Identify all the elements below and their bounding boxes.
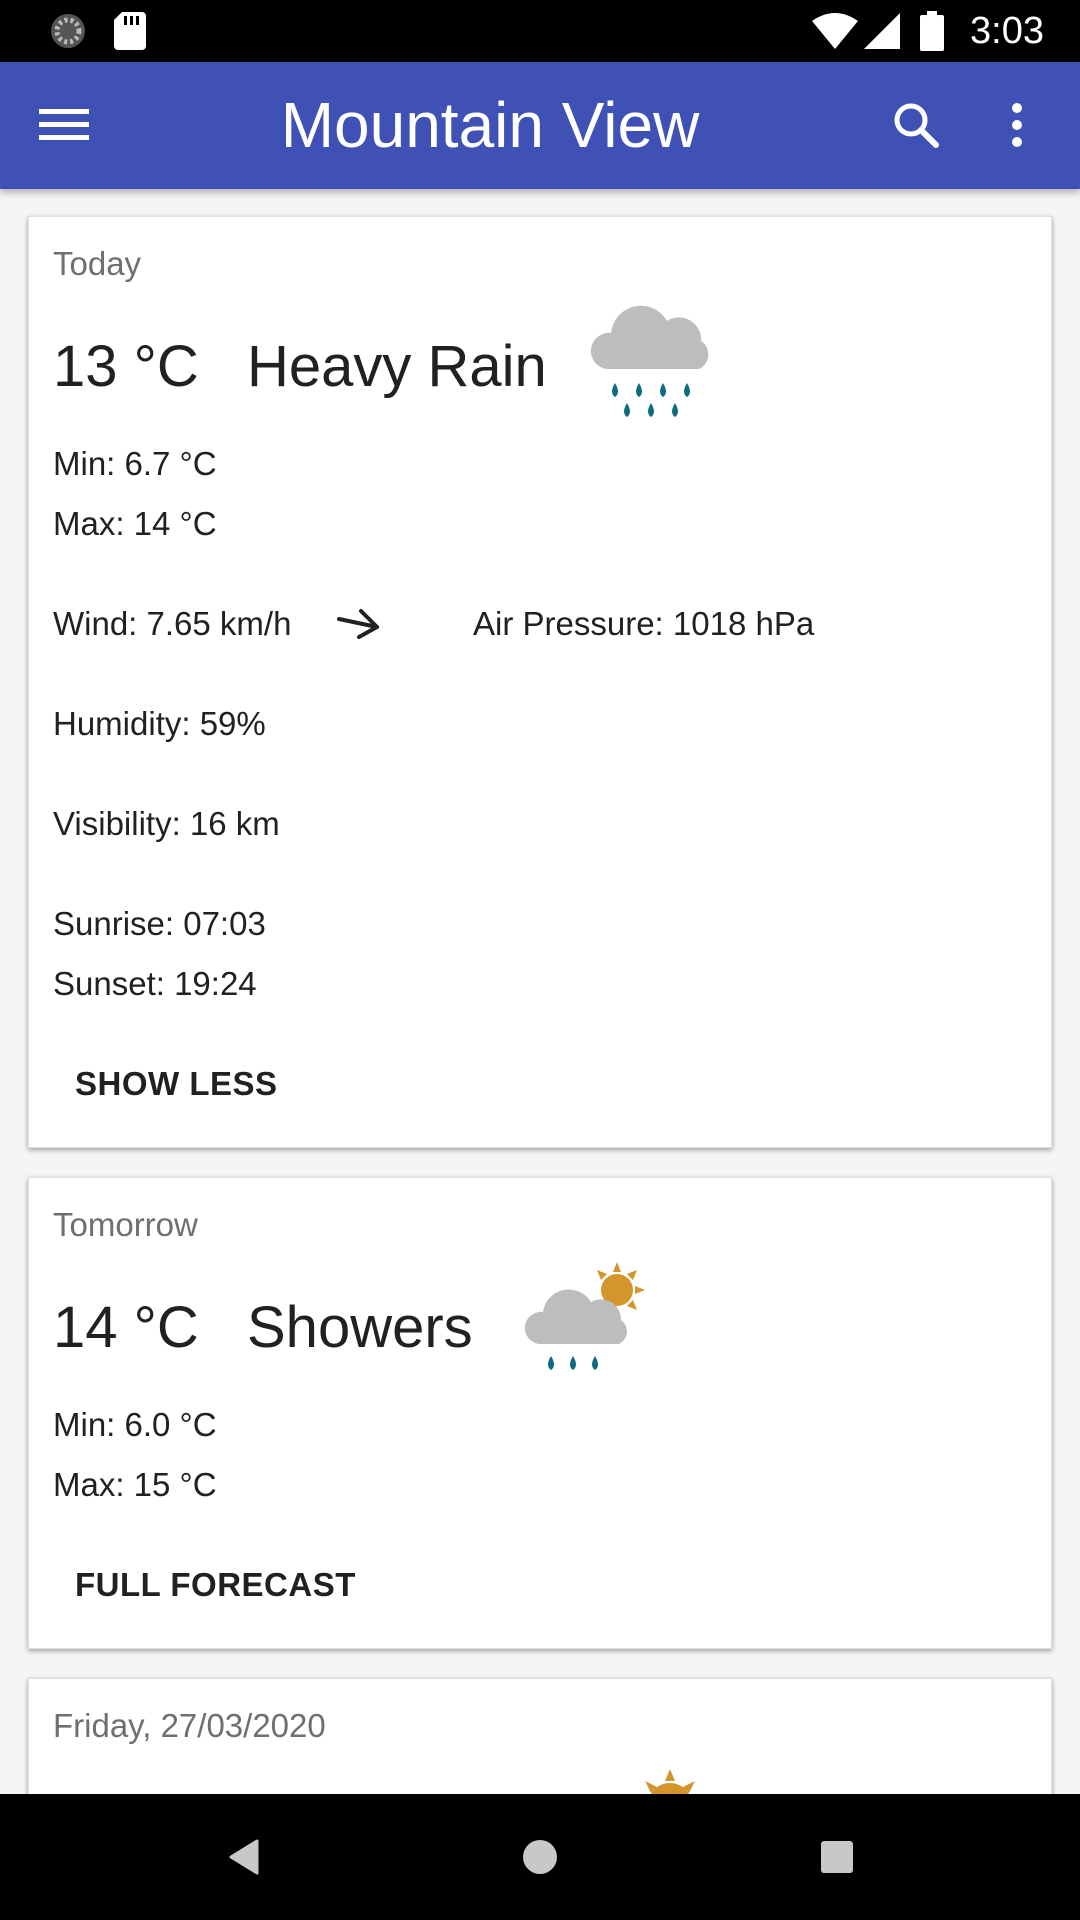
weather-card-tomorrow: Tomorrow 14 °C Showers Min: 6.0 °C Max: … [28, 1177, 1052, 1649]
max-temperature: Max: 14 °C [53, 505, 217, 542]
card-description: Showers [247, 1295, 473, 1360]
air-pressure: Air Pressure: 1018 hPa [473, 605, 815, 642]
humidity: Humidity: 59% [53, 705, 266, 742]
status-time: 3:03 [970, 9, 1044, 52]
card-temperature: 14 °C [53, 1295, 199, 1360]
sync-icon [48, 0, 88, 62]
max-temperature: Max: 15 °C [53, 1466, 217, 1503]
navigation-bar [0, 1794, 1080, 1920]
wind-speed: Wind: 7.65 km/h [53, 605, 292, 642]
signal-icon [864, 0, 900, 62]
battery-icon [920, 0, 944, 62]
status-bar: 3:03 [0, 0, 1080, 62]
app-title: Mountain View [280, 89, 700, 161]
card-temperature: 13 °C [53, 334, 199, 399]
min-temperature: Min: 6.0 °C [53, 1406, 217, 1443]
sunset-time: Sunset: 19:24 [53, 965, 257, 1002]
search-icon[interactable] [876, 85, 956, 165]
card-date: Today [53, 245, 142, 282]
wifi-icon [812, 0, 858, 62]
app-bar: Mountain View [0, 62, 1080, 189]
full-forecast-button[interactable]: FULL FORECAST [75, 1566, 356, 1604]
heavy-rain-icon [587, 299, 721, 434]
weather-card-today: Today 13 °C Heavy Rain Min: 6.7 °C Max: … [28, 216, 1052, 1148]
card-description: Heavy Rain [247, 334, 547, 399]
recents-icon[interactable] [807, 1827, 867, 1887]
more-vert-icon[interactable] [977, 85, 1057, 165]
sunrise-time: Sunrise: 07:03 [53, 905, 266, 942]
card-date: Friday, 27/03/2020 [53, 1707, 326, 1744]
sd-card-icon [114, 0, 146, 62]
wind-direction-arrow-icon [337, 605, 381, 646]
back-icon[interactable] [213, 1827, 273, 1887]
showers-sun-icon [521, 1260, 655, 1395]
show-less-button[interactable]: SHOW LESS [75, 1065, 278, 1103]
card-date: Tomorrow [53, 1206, 198, 1243]
visibility: Visibility: 16 km [53, 805, 280, 842]
min-temperature: Min: 6.7 °C [53, 445, 217, 482]
home-icon[interactable] [510, 1827, 570, 1887]
